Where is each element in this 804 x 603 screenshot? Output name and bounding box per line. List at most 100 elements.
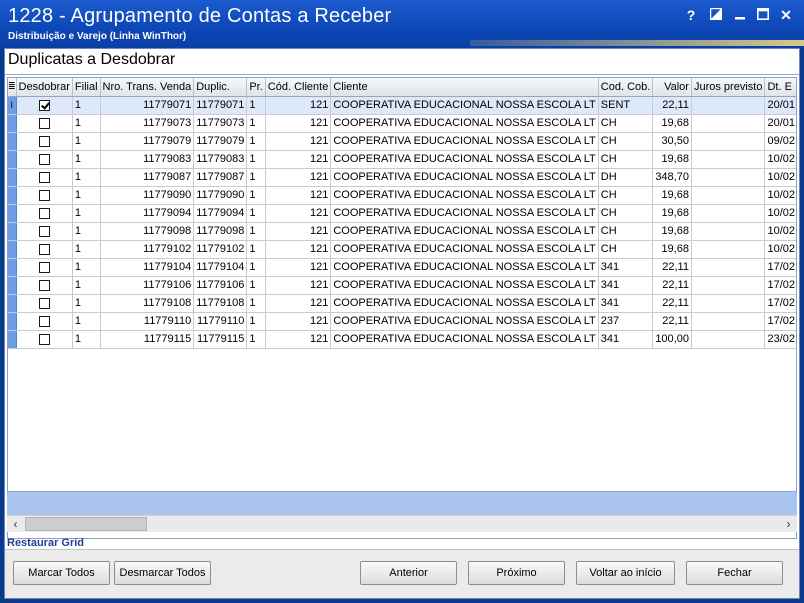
row-indicator[interactable] [8, 294, 17, 313]
cod-cliente-cell[interactable]: 121 [265, 222, 332, 241]
nro-trans-cell[interactable]: 11779079 [100, 132, 195, 151]
cod-cob-cell[interactable]: DH [598, 168, 654, 187]
row-indicator[interactable] [8, 150, 17, 169]
desdobrar-cell[interactable] [16, 222, 73, 241]
dt-cell[interactable]: 10/02 [764, 150, 796, 169]
table-row[interactable]: 1 11779073 11779073 1 121 COOPERATIVA EDUCACI… [8, 114, 796, 133]
cod-cliente-cell[interactable]: 121 [265, 186, 332, 205]
desdobrar-cell[interactable] [16, 168, 73, 187]
table-row[interactable]: 1 11779079 11779079 1 121 COOPERATIVA EDUCACI… [8, 132, 796, 151]
col-pr[interactable]: Pr. [246, 78, 266, 97]
desdobrar-checkbox[interactable] [38, 225, 50, 237]
cod-cob-cell[interactable]: 341 [598, 276, 654, 295]
row-indicator[interactable]: I [8, 96, 17, 115]
voltar-ao-inicio-button[interactable]: Voltar ao início [576, 561, 675, 585]
juros-cell[interactable] [691, 96, 766, 115]
juros-cell[interactable] [691, 240, 766, 259]
table-row[interactable]: 1 11779090 11779090 1 121 COOPERATIVA EDUCACI… [8, 186, 796, 205]
cod-cliente-cell[interactable]: 121 [265, 150, 332, 169]
cod-cliente-cell[interactable]: 121 [265, 96, 332, 115]
row-indicator[interactable] [8, 168, 17, 187]
cod-cliente-cell[interactable]: 121 [265, 114, 332, 133]
table-row[interactable]: 1 11779102 11779102 1 121 COOPERATIVA EDUCACI… [8, 240, 796, 259]
cod-cliente-cell[interactable]: 121 [265, 294, 332, 313]
row-indicator[interactable] [8, 330, 17, 349]
pr-cell[interactable]: 1 [246, 276, 266, 295]
desdobrar-checkbox[interactable] [38, 333, 50, 345]
nro-trans-cell[interactable]: 11779073 [100, 114, 195, 133]
cliente-cell[interactable]: COOPERATIVA EDUCACIONAL NOSSA ESCOLA LT [330, 312, 599, 331]
valor-cell[interactable]: 22,11 [652, 294, 692, 313]
valor-cell[interactable]: 100,00 [652, 330, 692, 349]
nro-trans-cell[interactable]: 11779110 [100, 312, 195, 331]
duplic-cell[interactable]: 11779079 [193, 132, 248, 151]
filial-cell[interactable]: 1 [72, 132, 101, 151]
desdobrar-cell[interactable] [16, 312, 73, 331]
table-row[interactable]: 1 11779115 11779115 1 121 COOPERATIVA EDUCACI… [8, 330, 796, 349]
pr-cell[interactable]: 1 [246, 150, 266, 169]
dt-cell[interactable]: 10/02 [764, 240, 796, 259]
nro-trans-cell[interactable]: 11779106 [100, 276, 195, 295]
filial-cell[interactable]: 1 [72, 330, 101, 349]
desmarcar-todos-button[interactable]: Desmarcar Todos [114, 561, 211, 585]
pr-cell[interactable]: 1 [246, 96, 266, 115]
pr-cell[interactable]: 1 [246, 312, 266, 331]
restore-grid-link[interactable]: Restaurar Grid [7, 537, 84, 549]
dt-cell[interactable]: 10/02 [764, 204, 796, 223]
pr-cell[interactable]: 1 [246, 330, 266, 349]
row-indicator[interactable] [8, 204, 17, 223]
filial-cell[interactable]: 1 [72, 150, 101, 169]
duplic-cell[interactable]: 11779108 [193, 294, 248, 313]
filial-cell[interactable]: 1 [72, 294, 101, 313]
juros-cell[interactable] [691, 132, 766, 151]
duplic-cell[interactable]: 11779102 [193, 240, 248, 259]
desdobrar-cell[interactable] [16, 132, 73, 151]
table-row[interactable]: 1 11779108 11779108 1 121 COOPERATIVA EDUCACI… [8, 294, 796, 313]
column-chooser-icon[interactable]: ≣ [8, 78, 17, 97]
duplic-cell[interactable]: 11779094 [193, 204, 248, 223]
cliente-cell[interactable]: COOPERATIVA EDUCACIONAL NOSSA ESCOLA LT [330, 240, 599, 259]
duplic-cell[interactable]: 11779106 [193, 276, 248, 295]
col-nro-trans-venda[interactable]: Nro. Trans. Venda [100, 78, 195, 97]
cod-cob-cell[interactable]: 237 [598, 312, 654, 331]
valor-cell[interactable]: 19,68 [652, 222, 692, 241]
cod-cob-cell[interactable]: 341 [598, 258, 654, 277]
juros-cell[interactable] [691, 150, 766, 169]
valor-cell[interactable]: 30,50 [652, 132, 692, 151]
juros-cell[interactable] [691, 114, 766, 133]
duplic-cell[interactable]: 11779115 [193, 330, 248, 349]
nro-trans-cell[interactable]: 11779083 [100, 150, 195, 169]
desdobrar-cell[interactable] [16, 150, 73, 169]
filial-cell[interactable]: 1 [72, 168, 101, 187]
nro-trans-cell[interactable]: 11779102 [100, 240, 195, 259]
filial-cell[interactable]: 1 [72, 240, 101, 259]
fechar-button[interactable]: Fechar [686, 561, 783, 585]
pr-cell[interactable]: 1 [246, 114, 266, 133]
filial-cell[interactable]: 1 [72, 96, 101, 115]
cliente-cell[interactable]: COOPERATIVA EDUCACIONAL NOSSA ESCOLA LT [330, 204, 599, 223]
cliente-cell[interactable]: COOPERATIVA EDUCACIONAL NOSSA ESCOLA LT [330, 150, 599, 169]
cliente-cell[interactable]: COOPERATIVA EDUCACIONAL NOSSA ESCOLA LT [330, 96, 599, 115]
minimize-icon[interactable] [731, 6, 749, 24]
table-row[interactable]: 1 11779087 11779087 1 121 COOPERATIVA EDUCACI… [8, 168, 796, 187]
row-indicator[interactable] [8, 132, 17, 151]
proximo-button[interactable]: Próximo [468, 561, 565, 585]
juros-cell[interactable] [691, 312, 766, 331]
desdobrar-cell[interactable] [16, 114, 73, 133]
valor-cell[interactable]: 22,11 [652, 96, 692, 115]
restore-layout-icon[interactable] [707, 6, 725, 24]
col-cod-cliente[interactable]: Cód. Cliente [265, 78, 332, 97]
desdobrar-checkbox[interactable] [38, 261, 50, 273]
nro-trans-cell[interactable]: 11779115 [100, 330, 195, 349]
scroll-thumb[interactable] [25, 517, 147, 531]
col-desdobrar[interactable]: Desdobrar [16, 78, 73, 97]
juros-cell[interactable] [691, 222, 766, 241]
table-row[interactable]: I 1 11779071 11779071 1 121 COOPERATIVA EDUCAC… [8, 96, 796, 115]
duplic-cell[interactable]: 11779087 [193, 168, 248, 187]
filial-cell[interactable]: 1 [72, 114, 101, 133]
help-button[interactable]: ? [682, 6, 700, 24]
juros-cell[interactable] [691, 258, 766, 277]
table-row[interactable]: 1 11779094 11779094 1 121 COOPERATIVA EDUCACI… [8, 204, 796, 223]
table-row[interactable]: 1 11779098 11779098 1 121 COOPERATIVA EDUCACI… [8, 222, 796, 241]
filial-cell[interactable]: 1 [72, 186, 101, 205]
